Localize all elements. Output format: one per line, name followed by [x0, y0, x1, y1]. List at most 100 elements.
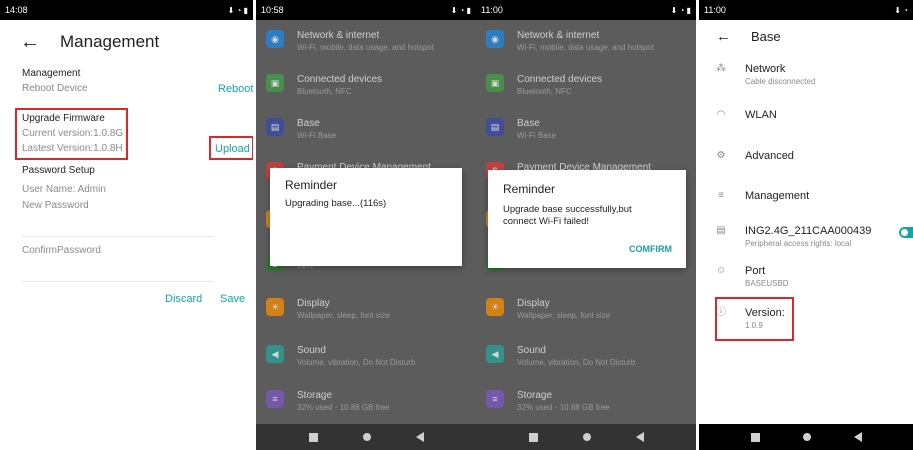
- status-bar: 11:00 ⬇ ◔: [699, 0, 913, 20]
- password-setup-label: Password Setup: [22, 165, 95, 176]
- home-icon[interactable]: [362, 433, 371, 441]
- item-subtitle: Wallpaper, sleep, font size: [517, 311, 611, 320]
- port-icon: ☺: [715, 265, 727, 276]
- save-button[interactable]: Save: [220, 293, 245, 305]
- base-item-network[interactable]: ⁂ Network Cable disconnected: [714, 62, 815, 87]
- wifi-icon: ◉: [486, 30, 504, 48]
- back-icon[interactable]: [415, 432, 424, 442]
- reboot-button[interactable]: Reboot: [218, 83, 253, 95]
- status-icons: ⬇ ◔ ▮: [227, 5, 248, 15]
- divider: [22, 281, 214, 282]
- confirm-button[interactable]: COMFIRM: [629, 244, 672, 254]
- settings-item-display[interactable]: ☀ Display Wallpaper, sleep, font size: [486, 298, 610, 321]
- devices-icon: ▣: [486, 74, 504, 92]
- item-subtitle: Wi-Fi, mobile, data usage, and hotspot: [297, 43, 434, 52]
- status-icons: ⬇ ◔ ▮: [450, 5, 471, 15]
- home-icon[interactable]: [802, 433, 811, 441]
- divider: [22, 236, 214, 237]
- confirm-password-field[interactable]: ConfirmPassword: [22, 245, 101, 256]
- status-time: 11:00: [481, 5, 503, 15]
- base-item-ssid[interactable]: ▤ ING2.4G_211CAA000439 Peripheral access …: [714, 224, 871, 249]
- wifi-icon: ◠: [716, 109, 726, 120]
- settings-item-connected-devices[interactable]: ▣ Connected devices Bluetooth, NFC: [266, 74, 382, 97]
- item-subtitle: Bluetooth, NFC: [297, 87, 352, 96]
- settings-item-sound[interactable]: ◀ Sound Volume, vibration, Do Not Disturb: [266, 345, 415, 368]
- highlight-box: [15, 108, 128, 160]
- base-item-advanced[interactable]: ⚙ Advanced: [714, 149, 794, 163]
- settings-item-connected-devices[interactable]: ▣ Connected devices Bluetooth, NFC: [486, 74, 602, 97]
- reminder-dialog: Reminder Upgrading base...(116s): [270, 168, 462, 266]
- item-title: Port: [745, 265, 766, 277]
- status-time: 10:58: [261, 5, 284, 15]
- back-icon[interactable]: [635, 432, 644, 442]
- status-bar: 14:08 ⬇ ◔ ▮: [0, 0, 253, 20]
- settings-item-storage[interactable]: ≡ Storage 32% used - 10.88 GB free: [266, 390, 390, 413]
- settings-item-display[interactable]: ☀ Display Wallpaper, sleep, font size: [266, 298, 390, 321]
- display-icon: ☀: [266, 298, 284, 316]
- page-title: Base: [751, 28, 781, 44]
- item-title: Display: [297, 298, 330, 309]
- item-title: ING2.4G_211CAA000439: [745, 225, 872, 237]
- status-bar: 10:58 ⬇ ◔ ▮: [256, 0, 476, 20]
- item-title: Management: [745, 190, 810, 202]
- item-title: Base: [297, 118, 320, 129]
- recents-icon[interactable]: [308, 432, 318, 442]
- settings-item-sound[interactable]: ◀ Sound Volume, vibration, Do Not Disturb: [486, 345, 635, 368]
- device-icon: ▤: [716, 225, 726, 236]
- reminder-dialog: Reminder Upgrade base successfully,but c…: [488, 170, 686, 268]
- item-subtitle: Wi-Fi Base: [297, 131, 337, 140]
- item-subtitle: Volume, vibration, Do Not Disturb: [297, 358, 416, 367]
- dialog-message-line1: Upgrade base successfully,but: [503, 204, 632, 215]
- back-arrow-icon[interactable]: ←: [716, 28, 731, 45]
- status-time: 14:08: [5, 5, 28, 15]
- settings-item-base[interactable]: ▤ Base Wi-Fi Base: [266, 118, 336, 141]
- base-item-management[interactable]: ≡ Management: [714, 189, 809, 203]
- item-subtitle: Wi-Fi, mobile, data usage, and hotspot: [517, 43, 654, 52]
- item-subtitle: Cable disconnected: [745, 77, 816, 86]
- storage-icon: ≡: [486, 390, 504, 408]
- item-subtitle: Bluetooth, NFC: [517, 87, 572, 96]
- home-icon[interactable]: [582, 433, 591, 441]
- back-icon[interactable]: [853, 432, 862, 442]
- item-title: Base: [517, 118, 540, 129]
- settings-item-network[interactable]: ◉ Network & internet Wi-Fi, mobile, data …: [266, 30, 434, 53]
- item-subtitle: Wallpaper, sleep, font size: [297, 311, 391, 320]
- management-section-label: Management: [22, 68, 81, 79]
- item-subtitle: Volume, vibration, Do Not Disturb: [517, 358, 636, 367]
- ethernet-icon: ⁂: [716, 63, 726, 74]
- new-password-field[interactable]: New Password: [22, 200, 89, 211]
- settings-panel-success: 11:00 ⬇ ◔ ▮ ◉ Network & internet Wi-Fi, m…: [476, 0, 696, 450]
- settings-item-base[interactable]: ▤ Base Wi-Fi Base: [486, 118, 556, 141]
- item-title: Connected devices: [297, 74, 383, 85]
- app-bar: ← Base: [699, 27, 913, 45]
- user-name-text: User Name: Admin: [22, 184, 106, 195]
- item-title: Connected devices: [517, 74, 603, 85]
- item-title: Display: [517, 298, 550, 309]
- item-title: Storage: [517, 390, 553, 401]
- recents-icon[interactable]: [528, 432, 538, 442]
- dialog-message-line2: connect Wi-Fi failed!: [503, 216, 590, 227]
- status-icons: ⬇ ◔ ▮: [670, 5, 691, 15]
- dialog-message: Upgrading base...(116s): [285, 198, 387, 209]
- base-item-port[interactable]: ☺ Port BASEUSBD: [714, 264, 789, 289]
- ssid-toggle[interactable]: [899, 227, 913, 238]
- devices-icon: ▣: [266, 74, 284, 92]
- discard-button[interactable]: Discard: [165, 293, 202, 305]
- item-title: Network & internet: [297, 30, 380, 41]
- base-item-wlan[interactable]: ◠ WLAN: [714, 108, 777, 122]
- settings-item-network[interactable]: ◉ Network & internet Wi-Fi, mobile, data …: [486, 30, 654, 53]
- item-subtitle: BASEUSBD: [745, 279, 789, 288]
- app-bar: ← Management: [0, 28, 253, 56]
- storage-icon: ≡: [266, 390, 284, 408]
- sound-icon: ◀: [266, 345, 284, 363]
- settings-item-storage[interactable]: ≡ Storage 32% used - 10.88 GB free: [486, 390, 610, 413]
- menu-icon: ≡: [718, 190, 724, 201]
- back-arrow-icon[interactable]: ←: [20, 32, 40, 52]
- status-bar: 11:00 ⬇ ◔ ▮: [476, 0, 696, 20]
- navigation-bar: [256, 424, 476, 450]
- highlight-box: [715, 297, 794, 341]
- recents-icon[interactable]: [750, 432, 760, 442]
- item-title: Network: [745, 63, 786, 75]
- item-title: Sound: [297, 345, 326, 356]
- dialog-title: Reminder: [285, 178, 338, 192]
